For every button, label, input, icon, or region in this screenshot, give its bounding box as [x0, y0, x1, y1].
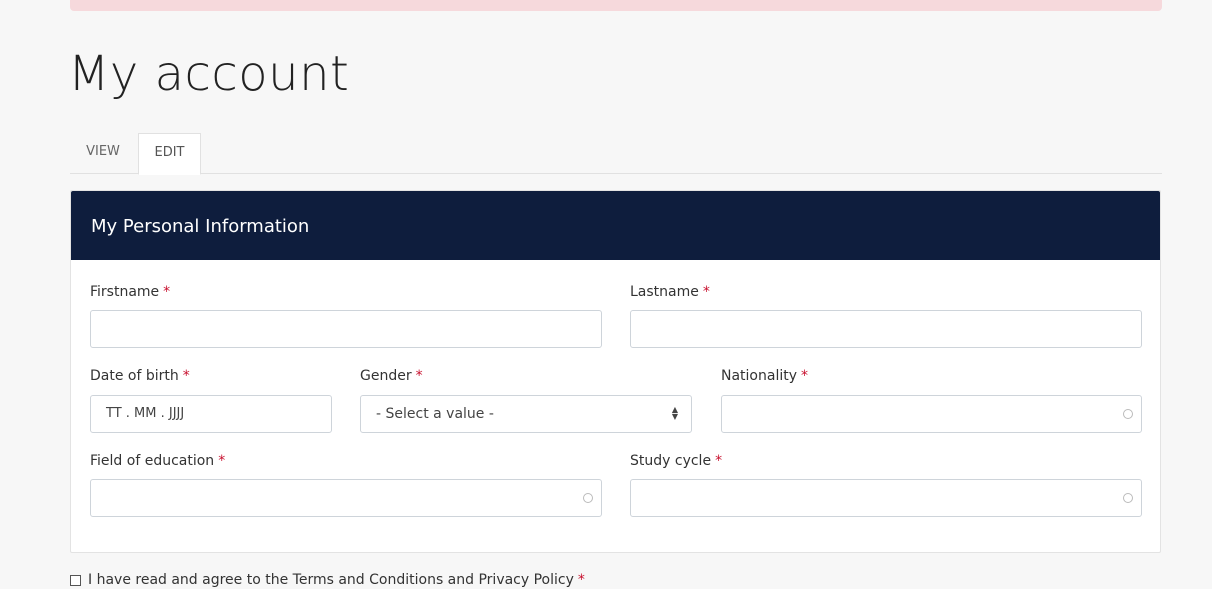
lastname-label-text: Lastname: [630, 284, 699, 300]
personal-info-card: My Personal Information Firstname * Lastn…: [70, 190, 1161, 553]
autocomplete-circle-icon: [1123, 409, 1133, 419]
autocomplete-circle-icon: [1123, 493, 1133, 503]
study-cycle-label: Study cycle *: [630, 453, 722, 469]
field-of-education-input[interactable]: [90, 479, 602, 517]
firstname-label: Firstname *: [90, 284, 170, 300]
page-title: My account: [68, 46, 350, 102]
lastname-label: Lastname *: [630, 284, 710, 300]
autocomplete-circle-icon: [583, 493, 593, 503]
required-mark: *: [801, 368, 809, 384]
required-mark: *: [163, 284, 171, 300]
tab-view[interactable]: VIEW: [70, 133, 136, 174]
terms-row: I have read and agree to the Terms and C…: [70, 572, 585, 588]
nationality-label-text: Nationality: [721, 368, 798, 384]
required-mark: *: [415, 368, 423, 384]
gender-label: Gender *: [360, 368, 423, 384]
tab-edit[interactable]: EDIT: [138, 133, 201, 175]
required-mark: *: [702, 284, 710, 300]
gender-selected-value: - Select a value -: [376, 406, 494, 422]
required-mark: *: [577, 572, 585, 588]
dob-label: Date of birth *: [90, 368, 190, 384]
nationality-input[interactable]: [721, 395, 1142, 433]
field-of-education-label: Field of education *: [90, 453, 225, 469]
alert-strip: [70, 0, 1162, 11]
study-cycle-label-text: Study cycle: [630, 453, 712, 469]
firstname-input[interactable]: [90, 310, 602, 348]
tabs-bar: VIEW EDIT: [70, 133, 1162, 175]
required-mark: *: [715, 453, 723, 469]
required-mark: *: [182, 368, 190, 384]
dob-input[interactable]: TT . MM . JJJJ: [90, 395, 332, 433]
nationality-label: Nationality *: [721, 368, 808, 384]
firstname-label-text: Firstname: [90, 284, 160, 300]
card-title: My Personal Information: [91, 216, 310, 237]
field-of-education-label-text: Field of education: [90, 453, 215, 469]
required-mark: *: [218, 453, 226, 469]
terms-label[interactable]: I have read and agree to the Terms and C…: [88, 572, 574, 588]
dob-label-text: Date of birth: [90, 368, 179, 384]
select-updown-arrows-icon: ▲ ▼: [671, 405, 679, 421]
lastname-input[interactable]: [630, 310, 1142, 348]
terms-checkbox[interactable]: [70, 574, 81, 586]
gender-select[interactable]: - Select a value - ▲ ▼: [360, 395, 692, 433]
study-cycle-input[interactable]: [630, 479, 1142, 517]
card-header: My Personal Information: [71, 191, 1160, 260]
gender-label-text: Gender: [360, 368, 412, 384]
